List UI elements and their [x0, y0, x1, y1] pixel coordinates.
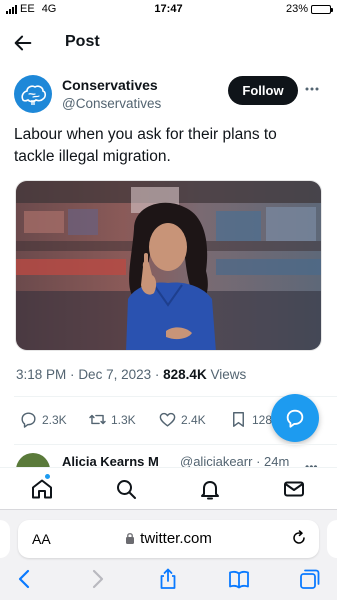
tweet-date: Dec 7, 2023: [78, 367, 152, 382]
lock-icon: [126, 533, 135, 544]
repost-button[interactable]: 1.3K: [88, 410, 136, 429]
tweet-time: 3:18 PM: [16, 367, 67, 382]
battery-percent: 23%: [285, 3, 308, 15]
compose-message-button[interactable]: [271, 394, 319, 442]
browser-toolbar: AA twitter.com: [0, 509, 337, 600]
author-handle[interactable]: @Conservatives: [62, 96, 161, 111]
heart-icon: [159, 412, 176, 427]
conservatives-tree-logo: [21, 85, 47, 105]
reply-button[interactable]: 2.3K: [19, 410, 67, 429]
divider: [14, 444, 337, 445]
bottom-navigation: [0, 467, 337, 509]
reply-handle: @aliciakearr: [180, 454, 253, 467]
reply-author-name[interactable]: Alicia Kearns M: [62, 454, 159, 467]
bell-icon[interactable]: [198, 477, 222, 501]
news-studio-image: [16, 181, 321, 350]
bookmark-count: 128: [252, 412, 273, 427]
tweet-meta: 3:18 PM · Dec 7, 2023 · 828.4K Views: [16, 367, 246, 382]
reply-icon: [21, 412, 36, 428]
battery-icon: [311, 4, 333, 14]
home-icon[interactable]: [30, 477, 54, 501]
repost-icon: [89, 414, 106, 425]
chevron-left-icon[interactable]: [14, 568, 36, 590]
reload-icon[interactable]: [291, 530, 307, 546]
search-icon[interactable]: [114, 477, 138, 501]
arrow-left-icon[interactable]: [12, 32, 34, 54]
reply-time: · 24m: [256, 454, 290, 467]
avatar[interactable]: [16, 453, 50, 467]
status-right: 23%: [285, 3, 333, 15]
status-bar: EE 4G 17:47 23%: [0, 0, 337, 20]
avatar[interactable]: [14, 75, 52, 113]
next-tab-edge[interactable]: [327, 520, 337, 558]
bookmark-button[interactable]: 128: [229, 410, 272, 429]
like-count: 2.4K: [181, 412, 206, 427]
views-label: Views: [210, 367, 247, 382]
bookmark-icon: [233, 412, 244, 427]
address-bar[interactable]: AA twitter.com: [18, 520, 319, 558]
meta-separator: ·: [70, 367, 75, 382]
meta-separator: ·: [154, 367, 160, 382]
more-horizontal-icon[interactable]: [305, 86, 319, 92]
reply-author-handle: @aliciakearr · 24m: [180, 454, 289, 467]
mail-icon[interactable]: [282, 477, 306, 501]
previous-tab-edge[interactable]: [0, 520, 10, 558]
url-display[interactable]: twitter.com: [18, 530, 319, 547]
post-header: Post: [0, 22, 337, 62]
tweet-text: Labour when you ask for their plans to t…: [14, 126, 277, 165]
notification-dot: [44, 473, 51, 480]
repost-count: 1.3K: [111, 412, 136, 427]
share-icon[interactable]: [157, 568, 179, 590]
url-text: twitter.com: [140, 530, 212, 547]
more-horizontal-icon[interactable]: •••: [305, 460, 318, 467]
message-bubble-icon: [286, 409, 304, 428]
author-name[interactable]: Conservatives: [62, 77, 158, 93]
next-reply-peek[interactable]: Alicia Kearns M @aliciakearr · 24m •••: [0, 450, 337, 467]
follow-button[interactable]: Follow: [228, 76, 298, 105]
like-button[interactable]: 2.4K: [158, 410, 206, 429]
book-icon[interactable]: [228, 568, 250, 590]
chevron-right-icon[interactable]: [86, 568, 108, 590]
reply-count: 2.3K: [42, 412, 67, 427]
tweet-media-image[interactable]: [15, 180, 322, 351]
page-title: Post: [65, 33, 100, 50]
views-count[interactable]: 828.4K: [163, 367, 207, 382]
tabs-icon[interactable]: [299, 568, 321, 590]
